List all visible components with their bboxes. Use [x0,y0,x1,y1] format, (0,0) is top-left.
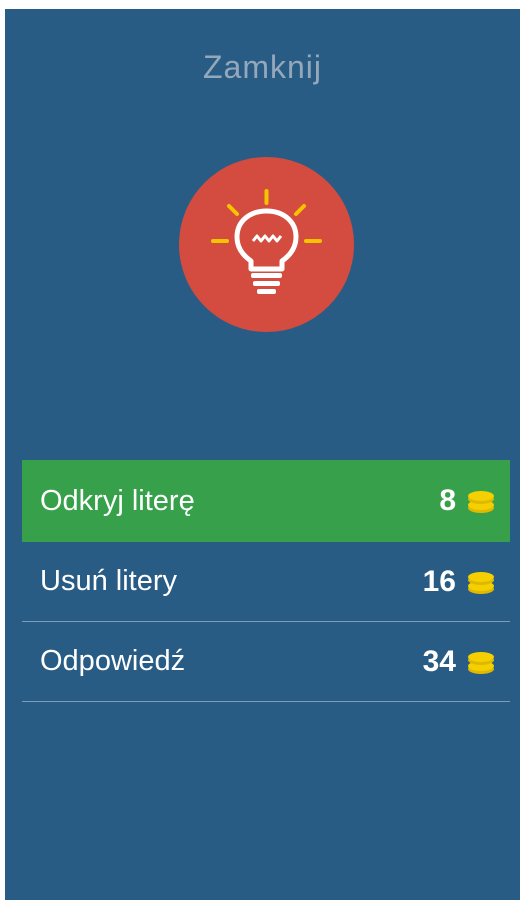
option-cost: 8 [439,484,496,518]
option-label: Odkryj literę [40,484,195,517]
hint-badge [179,157,354,332]
option-cost: 16 [423,565,496,599]
option-answer[interactable]: Odpowiedź 34 [22,622,510,702]
option-remove-letters[interactable]: Usuń litery 16 [22,542,510,622]
option-reveal-letter[interactable]: Odkryj literę 8 [22,460,510,542]
cost-value: 16 [422,564,456,598]
cost-value: 34 [422,644,456,678]
hint-options-list: Odkryj literę 8 Usuń litery 16 Odpowiedź… [22,460,510,702]
option-cost: 34 [423,645,496,679]
hint-dialog: Zamknij Odkryj literę 8 Usuń litery 16 O… [5,9,520,900]
option-label: Usuń litery [40,565,177,597]
cost-value: 8 [439,484,456,517]
close-button[interactable]: Zamknij [5,49,520,86]
option-label: Odpowiedź [40,645,186,677]
coins-icon [468,571,494,594]
coins-icon [468,491,494,513]
coins-icon [468,651,494,674]
lightbulb-icon [211,189,322,294]
